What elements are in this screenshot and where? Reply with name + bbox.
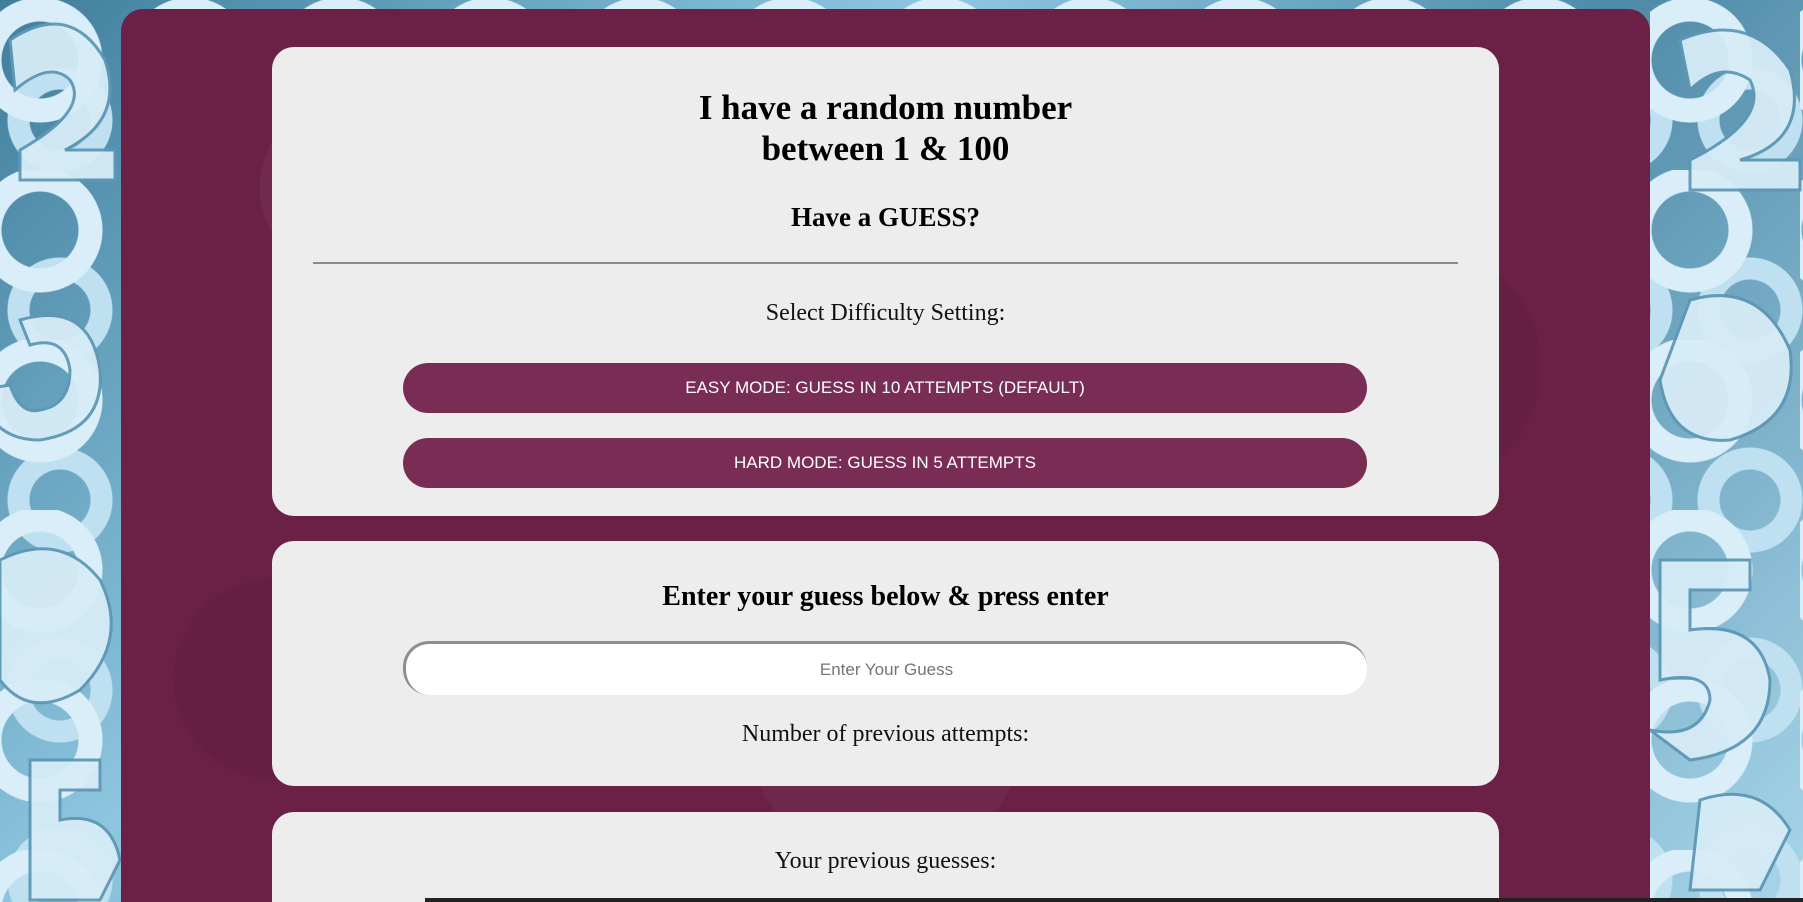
guess-input[interactable] (403, 641, 1367, 695)
main-panel: I have a random number between 1 & 100 H… (121, 9, 1650, 902)
title-line-1: I have a random number (698, 88, 1073, 127)
history-card: Your previous guesses: (272, 812, 1499, 902)
easy-mode-button[interactable]: EASY MODE: GUESS IN 10 ATTEMPTS (DEFAULT… (403, 363, 1367, 413)
page-title: I have a random number between 1 & 100 (272, 87, 1499, 169)
difficulty-label: Select Difficulty Setting: (765, 300, 1006, 326)
intro-card: I have a random number between 1 & 100 H… (272, 47, 1499, 516)
guess-card: Enter your guess below & press enter Num… (272, 541, 1499, 786)
hard-mode-button[interactable]: HARD MODE: GUESS IN 5 ATTEMPTS (403, 438, 1367, 488)
previous-guesses-label: Your previous guesses: (774, 848, 997, 874)
bottom-edge-bar (425, 898, 1803, 902)
guess-heading: Enter your guess below & press enter (662, 581, 1109, 612)
title-line-2: between 1 & 100 (761, 129, 1010, 168)
divider (313, 262, 1458, 264)
page-subtitle: Have a GUESS? (790, 202, 981, 232)
attempts-label: Number of previous attempts: (741, 721, 1030, 747)
